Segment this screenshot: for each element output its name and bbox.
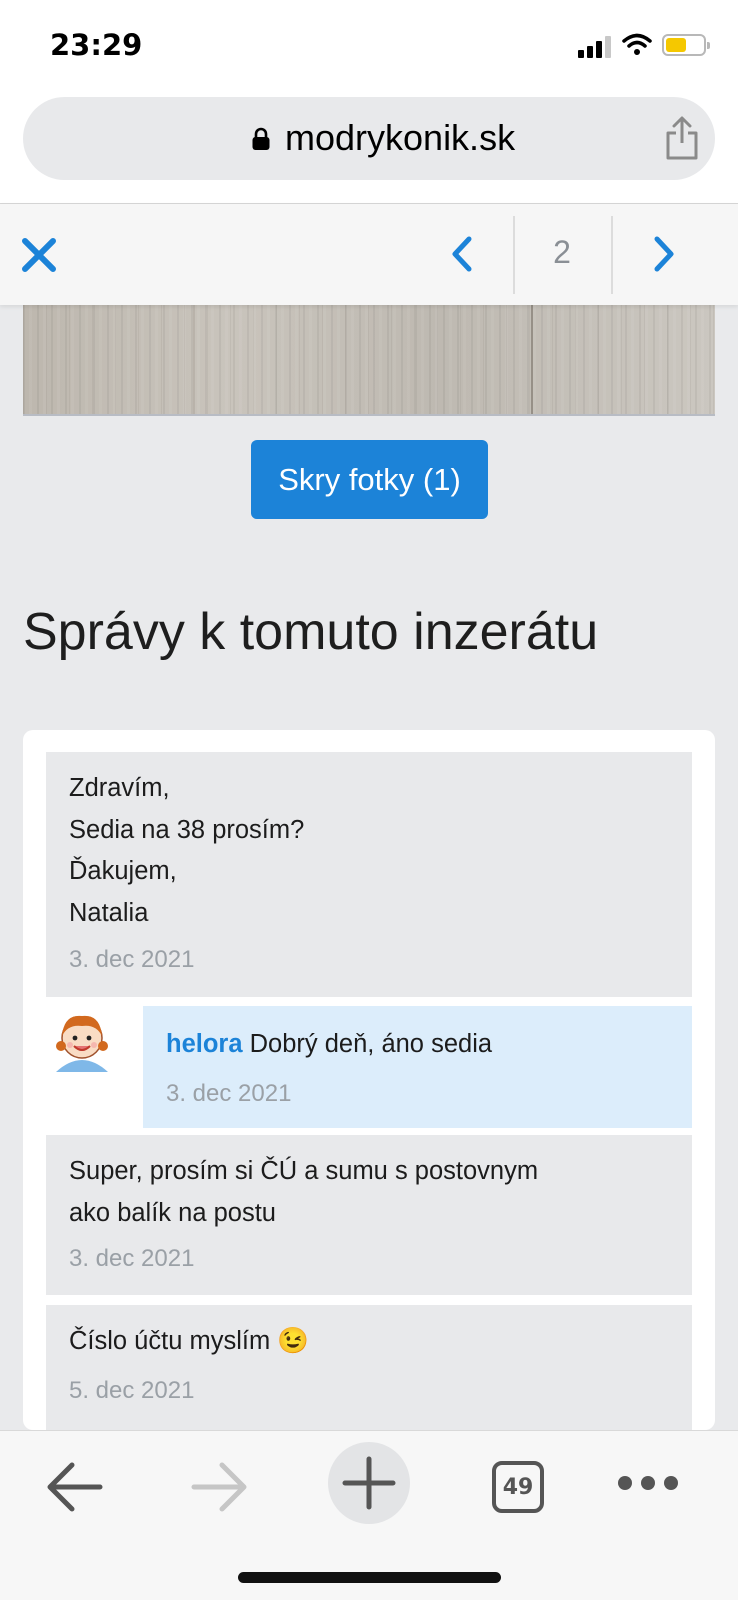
message-date: 3. dec 2021 bbox=[69, 946, 195, 973]
reply-username[interactable]: helora bbox=[166, 1030, 243, 1058]
forward-arrow-icon[interactable] bbox=[190, 1459, 250, 1515]
message-text: Zdravím, Sedia na 38 prosím? Ďakujem, Na… bbox=[69, 768, 304, 934]
chevron-right-icon[interactable] bbox=[643, 234, 683, 274]
browser-bottom-bar: 49 bbox=[0, 1430, 738, 1600]
listing-photo[interactable] bbox=[23, 305, 715, 416]
message-line: Zdravím, bbox=[69, 774, 170, 802]
status-time: 23:29 bbox=[50, 28, 143, 62]
reply-text: helora Dobrý deň, áno sedia bbox=[166, 1024, 492, 1066]
message-date: 3. dec 2021 bbox=[69, 1245, 195, 1272]
page-number: 2 bbox=[553, 234, 571, 270]
address-bar[interactable]: modrykonik.sk bbox=[23, 97, 715, 180]
chevron-left-icon[interactable] bbox=[443, 234, 483, 274]
message-date: 3. dec 2021 bbox=[166, 1080, 292, 1107]
reply-bubble: helora Dobrý deň, áno sedia 3. dec 2021 bbox=[143, 1006, 692, 1128]
reply-item: helora Dobrý deň, áno sedia 3. dec 2021 bbox=[46, 1006, 692, 1128]
message-date: 5. dec 2021 bbox=[69, 1377, 195, 1404]
close-icon[interactable] bbox=[20, 236, 58, 274]
section-title: Správy k tomuto inzerátu bbox=[23, 603, 599, 661]
reply-message: Dobrý deň, áno sedia bbox=[249, 1030, 493, 1058]
messages-card: Zdravím, Sedia na 38 prosím? Ďakujem, Na… bbox=[23, 730, 715, 1430]
message-line: Natalia bbox=[69, 898, 149, 927]
message-line: Ďakujem, bbox=[69, 857, 177, 885]
more-options-icon[interactable] bbox=[616, 1473, 680, 1493]
message-item: Číslo účtu myslím 😉 5. dec 2021 bbox=[46, 1305, 692, 1430]
message-line: Super, prosím si ČÚ a sumu s postovnym bbox=[69, 1157, 539, 1185]
url-text: modrykonik.sk bbox=[285, 117, 516, 158]
message-item: Super, prosím si ČÚ a sumu s postovnym a… bbox=[46, 1135, 692, 1295]
message-text: Super, prosím si ČÚ a sumu s postovnym a… bbox=[69, 1151, 538, 1234]
message-line: ako balík na postu bbox=[69, 1198, 276, 1227]
share-icon[interactable] bbox=[663, 115, 701, 161]
wifi-icon bbox=[622, 33, 652, 55]
lock-icon bbox=[252, 127, 270, 150]
avatar[interactable] bbox=[46, 1006, 118, 1078]
message-line: Číslo účtu myslím 😉 bbox=[69, 1327, 310, 1355]
hide-photos-button[interactable]: Skry fotky (1) bbox=[251, 440, 488, 519]
tab-count-button[interactable]: 49 bbox=[492, 1461, 544, 1513]
message-line: Sedia na 38 prosím? bbox=[69, 815, 305, 844]
browser-toolbar: modrykonik.sk bbox=[0, 92, 738, 204]
divider bbox=[611, 216, 613, 294]
status-bar: 23:29 bbox=[0, 0, 738, 92]
new-tab-icon[interactable] bbox=[327, 1441, 411, 1525]
message-item: Zdravím, Sedia na 38 prosím? Ďakujem, Na… bbox=[46, 752, 692, 997]
home-indicator bbox=[238, 1572, 501, 1583]
battery-icon bbox=[662, 34, 710, 56]
message-text: Číslo účtu myslím 😉 bbox=[69, 1321, 309, 1363]
back-arrow-icon[interactable] bbox=[44, 1459, 104, 1515]
gallery-nav-bar: 2 bbox=[0, 204, 738, 305]
signal-icon bbox=[578, 34, 614, 58]
